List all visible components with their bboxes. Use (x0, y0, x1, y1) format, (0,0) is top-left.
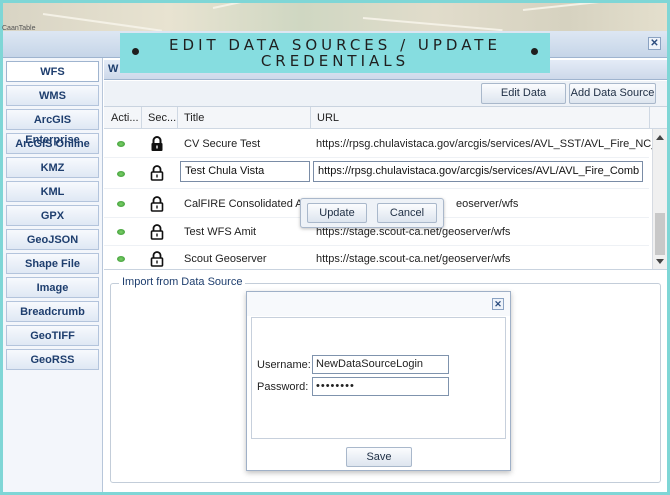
grid-scrollbar[interactable] (652, 129, 667, 269)
nav-item-geojson[interactable]: GeoJSON (6, 229, 99, 250)
nav-item-image[interactable]: Image (6, 277, 99, 298)
column-header-url[interactable]: URL (317, 112, 339, 124)
password-label: Password: (257, 381, 309, 393)
active-status-icon (117, 201, 125, 207)
scroll-up-icon[interactable] (656, 135, 664, 140)
url-edit-input[interactable]: https://rpsg.chulavistaca.gov/arcgis/ser… (313, 161, 643, 182)
edit-data-source-button[interactable]: Edit Data Source (481, 83, 566, 118)
credentials-form: Username: NewDataSourceLogin Password: •… (251, 317, 506, 439)
banner-line-1: EDIT DATA SOURCES / UPDATE (169, 36, 501, 54)
bullet-icon (132, 48, 139, 55)
save-button[interactable]: Save (346, 447, 412, 467)
nav-item-arcgis-online[interactable]: ArcGIS Online (6, 133, 99, 154)
title-edit-input[interactable]: Test Chula Vista (180, 161, 310, 182)
main-panel: W Edit Data Source Add Data Source Acti.… (104, 58, 667, 492)
row-editor-buttons: Update Cancel (300, 198, 444, 228)
column-header-active[interactable]: Acti... (111, 112, 139, 124)
cancel-button[interactable]: Cancel (377, 203, 437, 223)
row-url: eoserver/wfs (456, 198, 519, 210)
nav-item-gpx[interactable]: GPX (6, 205, 99, 226)
row-title: CalFIRE Consolidated AVL (184, 198, 309, 210)
nav-item-breadcrumb[interactable]: Breadcrumb (6, 301, 99, 322)
banner-line-2: CREDENTIALS (260, 52, 410, 70)
bullet-icon (531, 48, 538, 55)
nav-item-wms[interactable]: WMS (6, 85, 99, 106)
lock-open-icon (150, 165, 164, 181)
username-input[interactable]: NewDataSourceLogin (312, 355, 449, 374)
data-source-type-nav: WFS WMS ArcGIS Enterprise ArcGIS Online … (3, 58, 103, 492)
add-data-source-button[interactable]: Add Data Source (569, 83, 656, 104)
row-title: CV Secure Test (184, 138, 261, 150)
nav-item-georss[interactable]: GeoRSS (6, 349, 99, 370)
grid-header: Acti... Sec... Title URL (104, 107, 667, 129)
credentials-dialog-titlebar[interactable]: ✕ (247, 292, 510, 316)
active-status-icon (117, 141, 125, 147)
scroll-down-icon[interactable] (656, 259, 664, 264)
credentials-dialog: ✕ Username: NewDataSourceLogin Password:… (246, 291, 511, 471)
update-button[interactable]: Update (307, 203, 367, 223)
lock-closed-icon (151, 136, 163, 151)
table-row-editing[interactable]: Test Chula Vista https://rpsg.chulavista… (104, 158, 649, 189)
table-row[interactable]: CV Secure Test https://rpsg.chulavistaca… (104, 130, 654, 158)
nav-item-shape-file[interactable]: Shape File (6, 253, 99, 274)
column-header-secure[interactable]: Sec... (148, 112, 176, 124)
lock-open-icon (150, 196, 164, 212)
nav-item-geotiff[interactable]: GeoTIFF (6, 325, 99, 346)
scroll-thumb[interactable] (655, 213, 665, 255)
password-input[interactable]: •••••••• (312, 377, 449, 396)
panel-tab[interactable]: W (108, 63, 118, 75)
row-url: https://rpsg.chulavistaca.gov/arcgis/ser… (316, 138, 654, 150)
row-title: Scout Geoserver (184, 253, 267, 265)
map-background (3, 3, 667, 31)
lock-open-icon (150, 224, 164, 240)
import-legend: Import from Data Source (119, 276, 246, 288)
nav-item-arcgis-enterprise[interactable]: ArcGIS Enterprise (6, 109, 99, 146)
nav-item-kmz[interactable]: KMZ (6, 157, 99, 178)
row-url: https://stage.scout-ca.net/geoserver/wfs (316, 253, 511, 265)
lock-open-icon (150, 251, 164, 267)
data-source-grid: Acti... Sec... Title URL CV Secure Test … (104, 107, 667, 270)
nav-item-wfs[interactable]: WFS (6, 61, 99, 82)
active-status-icon (117, 229, 125, 235)
close-icon[interactable]: ✕ (648, 37, 661, 50)
active-status-icon (117, 256, 125, 262)
row-title: Test WFS Amit (184, 226, 257, 238)
close-icon[interactable]: ✕ (492, 298, 504, 310)
table-row[interactable]: Scout Geoserver https://stage.scout-ca.n… (104, 245, 649, 269)
toolbar: Edit Data Source Add Data Source (104, 81, 667, 118)
active-status-icon (117, 171, 125, 177)
nav-item-kml[interactable]: KML (6, 181, 99, 202)
username-label: Username: (257, 359, 311, 371)
title-banner: EDIT DATA SOURCES / UPDATE CREDENTIALS (120, 33, 550, 73)
column-header-title[interactable]: Title (184, 112, 204, 124)
